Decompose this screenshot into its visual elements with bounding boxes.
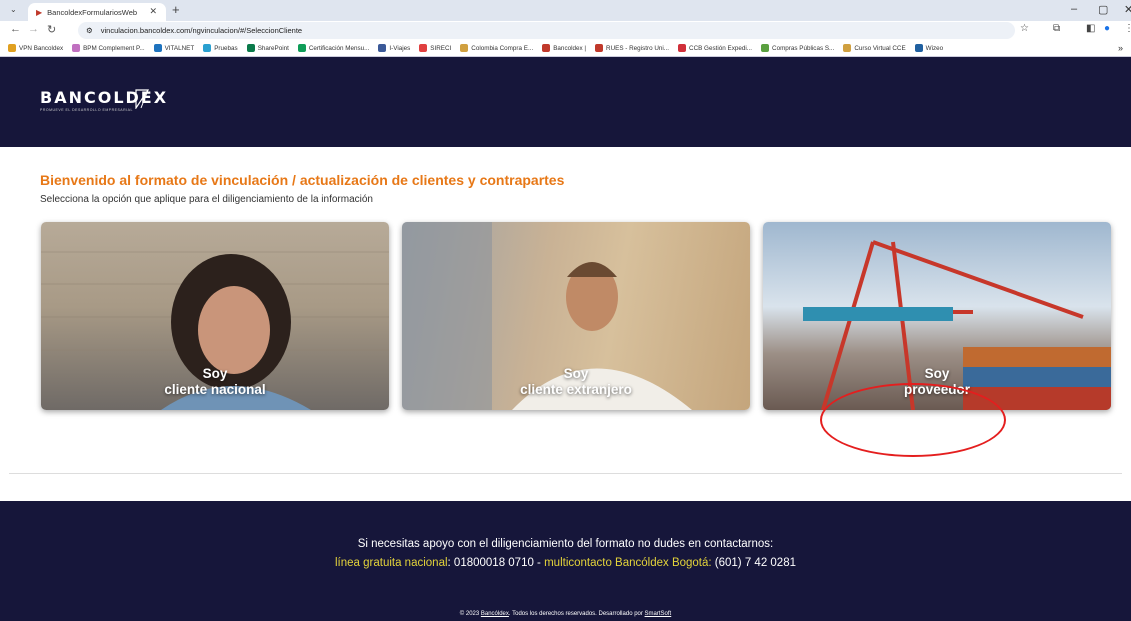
logo-mark-icon: [135, 89, 150, 109]
bookmark-item[interactable]: I-Viajes: [378, 44, 410, 52]
close-tab-icon[interactable]: ✕: [149, 6, 157, 17]
bookmark-item[interactable]: SharePoint: [246, 44, 289, 52]
bookmark-item[interactable]: Pruebas: [203, 44, 238, 52]
tab-search-icon[interactable]: ⌄: [10, 5, 17, 14]
bookmark-favicon-icon: [8, 44, 16, 52]
bookmark-label: Wizeo: [925, 44, 944, 52]
bookmark-star-icon[interactable]: ☆: [1020, 23, 1029, 34]
bookmark-favicon-icon: [72, 44, 81, 52]
bookmark-label: Curso Virtual CCE: [854, 44, 906, 52]
bookmark-item[interactable]: Certificación Mensu...: [297, 44, 370, 52]
new-tab-icon[interactable]: +: [172, 2, 180, 17]
bookmark-label: RUES - Registro Uni...: [606, 44, 670, 52]
bookmark-label: VPN Bancoldex: [19, 44, 64, 52]
close-window-icon[interactable]: ✕: [1124, 3, 1131, 16]
multicontact-label: multicontacto Bancóldex Bogotá:: [544, 557, 712, 569]
url-text: vinculacion.bancoldex.com/ngvinculacion/…: [100, 26, 303, 35]
bookmark-item[interactable]: BPM Complement P...: [72, 44, 145, 52]
bookmark-favicon-icon: [297, 44, 306, 52]
forward-icon[interactable]: →: [28, 23, 39, 35]
bookmark-favicon-icon: [419, 44, 428, 52]
option-card-cliente-nacional[interactable]: Soy cliente nacional: [41, 222, 389, 410]
reload-icon[interactable]: ↻: [47, 23, 56, 36]
bookmark-favicon-icon: [595, 44, 604, 52]
bookmark-favicon-icon: [153, 44, 162, 52]
site-info-icon[interactable]: ⚙: [86, 26, 93, 35]
bookmark-label: Bancoldex |: [553, 44, 587, 52]
bookmark-favicon-icon: [460, 44, 469, 52]
bookmark-item[interactable]: VPN Bancoldex: [8, 44, 63, 52]
page-title: Bienvenido al formato de vinculación / a…: [40, 172, 565, 188]
browser-tab-strip: ⌄ ▶ BancoldexFormulariosWeb ✕ + – ▢ ✕: [0, 0, 1131, 21]
more-bookmarks-icon[interactable]: »: [1118, 43, 1123, 53]
bookmark-item[interactable]: Wizeo: [914, 44, 944, 52]
multicontact-number: (601) 7 42 0281: [711, 557, 796, 569]
bookmark-label: CCB Gestión Expedi...: [689, 44, 753, 52]
bookmark-item[interactable]: Bancoldex |: [542, 44, 586, 52]
bookmark-favicon-icon: [843, 44, 852, 52]
bookmark-item[interactable]: Colombia Compra E...: [460, 44, 533, 52]
bookmark-label: Pruebas: [214, 44, 238, 52]
profile-icon[interactable]: ●: [1104, 23, 1110, 34]
bookmark-label: Certificación Mensu...: [308, 44, 370, 52]
site-header: BANCOLDEX PROMUEVE EL DESARROLLO EMPRESA…: [0, 57, 1131, 147]
free-line-label: línea gratuita nacional: [335, 557, 448, 569]
page-subtitle: Selecciona la opción que aplique para el…: [40, 194, 373, 205]
footer-contact: línea gratuita nacional: 01800018 0710 -…: [0, 557, 1131, 569]
bookmark-favicon-icon: [246, 44, 255, 52]
option-card-cliente-extranjero[interactable]: Soy cliente extranjero: [402, 222, 750, 410]
browser-tab[interactable]: ▶ BancoldexFormulariosWeb ✕: [28, 3, 166, 21]
bookmark-favicon-icon: [914, 44, 923, 52]
bookmark-favicon-icon: [203, 44, 212, 52]
favicon-icon: ▶: [36, 7, 43, 17]
bookmark-item[interactable]: VITALNET: [153, 44, 195, 52]
tab-title: BancoldexFormulariosWeb: [47, 7, 138, 17]
bookmarks-bar: VPN Bancoldex BPM Complement P... VITALNET…: [0, 40, 1131, 57]
bookmark-item[interactable]: RUES - Registro Uni...: [595, 44, 669, 52]
option-label: Soy cliente extranjero: [520, 366, 632, 397]
bookmark-favicon-icon: [678, 44, 687, 52]
address-bar[interactable]: ⚙ vinculacion.bancoldex.com/ngvinculacio…: [78, 22, 1015, 39]
bookmark-favicon-icon: [378, 44, 387, 52]
divider: [9, 473, 1122, 474]
bookmark-item[interactable]: Curso Virtual CCE: [843, 44, 906, 52]
copyright: © 2023 Bancóldex. Todos los derechos res…: [459, 611, 672, 617]
browser-toolbar: ← → ↻ ⚙ vinculacion.bancoldex.com/ngvinc…: [0, 21, 1131, 40]
bookmark-item[interactable]: CCB Gestión Expedi...: [678, 44, 752, 52]
bookmark-label: VITALNET: [164, 44, 195, 52]
bookmark-item[interactable]: SIRECI: [419, 44, 451, 52]
bancoldex-link[interactable]: Bancóldex: [481, 611, 509, 617]
bookmark-label: SharePoint: [257, 44, 289, 52]
bookmark-favicon-icon: [761, 44, 770, 52]
site-footer: Si necesitas apoyo con el diligenciamien…: [0, 501, 1131, 621]
menu-icon[interactable]: ⋮: [1124, 23, 1131, 34]
sidepanel-icon[interactable]: ◧: [1086, 23, 1095, 34]
bookmark-favicon-icon: [542, 44, 551, 52]
minimize-icon[interactable]: –: [1071, 3, 1077, 15]
bookmark-label: Compras Públicas S...: [772, 44, 835, 52]
smartsoft-link[interactable]: SmartSoft: [645, 611, 672, 617]
option-label: Soy cliente nacional: [164, 366, 266, 397]
bookmark-item[interactable]: Compras Públicas S...: [761, 44, 834, 52]
maximize-icon[interactable]: ▢: [1098, 3, 1108, 16]
bookmark-label: BPM Complement P...: [83, 44, 145, 52]
back-icon[interactable]: ←: [10, 23, 21, 35]
bookmark-label: SIRECI: [430, 44, 452, 52]
bookmark-label: Colombia Compra E...: [471, 44, 534, 52]
footer-help-text: Si necesitas apoyo con el diligenciamien…: [357, 538, 774, 550]
option-card-proveedor[interactable]: Soy proveedor: [763, 222, 1111, 410]
bookmark-label: I-Viajes: [389, 44, 411, 52]
free-line-number: : 01800018 0710 -: [447, 557, 545, 569]
extensions-icon[interactable]: ⧉: [1053, 23, 1060, 34]
highlight-annotation-circle: [820, 383, 1006, 457]
